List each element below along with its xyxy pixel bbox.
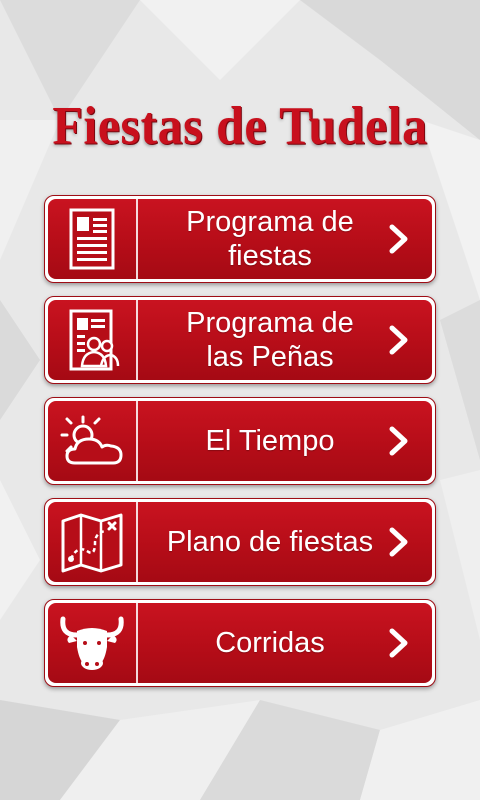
people-document-icon (69, 309, 120, 371)
sun-cloud-icon (60, 415, 123, 465)
menu-label-line2: fiestas (228, 240, 312, 272)
menu-button-body: El Tiempo (48, 401, 432, 481)
bull-icon (60, 616, 124, 670)
menu-label-line2: las Peñas (206, 341, 334, 373)
menu-icon-cell (48, 300, 138, 380)
chevron-right-icon (389, 527, 408, 557)
chevron-right-icon (389, 325, 408, 355)
menu-button-body: Programa de las Peñas (48, 300, 432, 380)
menu-label-line1: El Tiempo (205, 425, 335, 457)
chevron-right-icon (389, 426, 408, 456)
menu-button-plano-fiestas[interactable]: Plano de fiestas (44, 498, 436, 586)
menu-label-line1: Programa de (186, 307, 354, 339)
menu-label-line1: Plano de fiestas (166, 526, 374, 558)
app-title: Fiestas de Tudela (52, 94, 428, 156)
menu-icon-cell (48, 502, 138, 582)
main-menu: Programa de fiestas Programa de las Peña… (44, 195, 436, 700)
menu-button-programa-penas[interactable]: Programa de las Peñas (44, 296, 436, 384)
chevron-right-icon (389, 224, 408, 254)
menu-icon-cell (48, 603, 138, 683)
map-icon (61, 513, 123, 573)
document-icon (69, 208, 115, 270)
menu-label-line1: Corridas (215, 627, 325, 659)
menu-button-corridas[interactable]: Corridas (44, 599, 436, 687)
menu-button-programa-fiestas[interactable]: Programa de fiestas (44, 195, 436, 283)
menu-button-body: Corridas (48, 603, 432, 683)
chevron-right-icon (389, 628, 408, 658)
menu-icon-cell (48, 401, 138, 481)
menu-icon-cell (48, 199, 138, 279)
menu-button-body: Plano de fiestas (48, 502, 432, 582)
menu-label-line1: Programa de (186, 206, 354, 238)
menu-button-body: Programa de fiestas (48, 199, 432, 279)
menu-button-el-tiempo[interactable]: El Tiempo (44, 397, 436, 485)
